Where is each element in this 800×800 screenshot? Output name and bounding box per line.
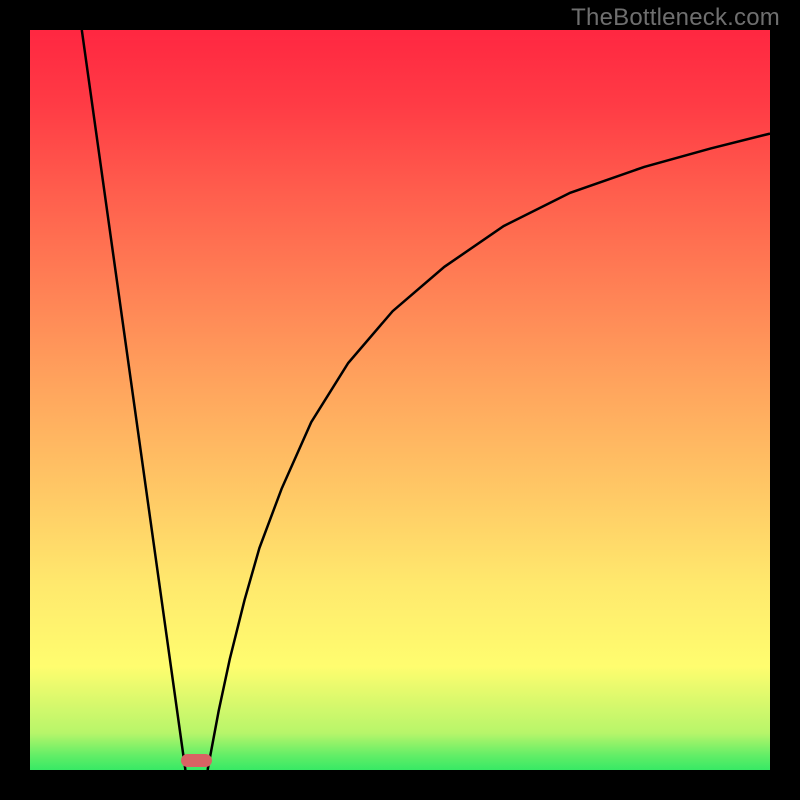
bottleneck-marker — [181, 754, 212, 767]
watermark-text: TheBottleneck.com — [571, 4, 780, 32]
curve-layer — [30, 30, 770, 770]
curve-left-branch — [82, 30, 186, 770]
chart-frame: TheBottleneck.com — [0, 0, 800, 800]
plot-area — [30, 30, 770, 770]
curve-right-branch — [208, 134, 770, 770]
